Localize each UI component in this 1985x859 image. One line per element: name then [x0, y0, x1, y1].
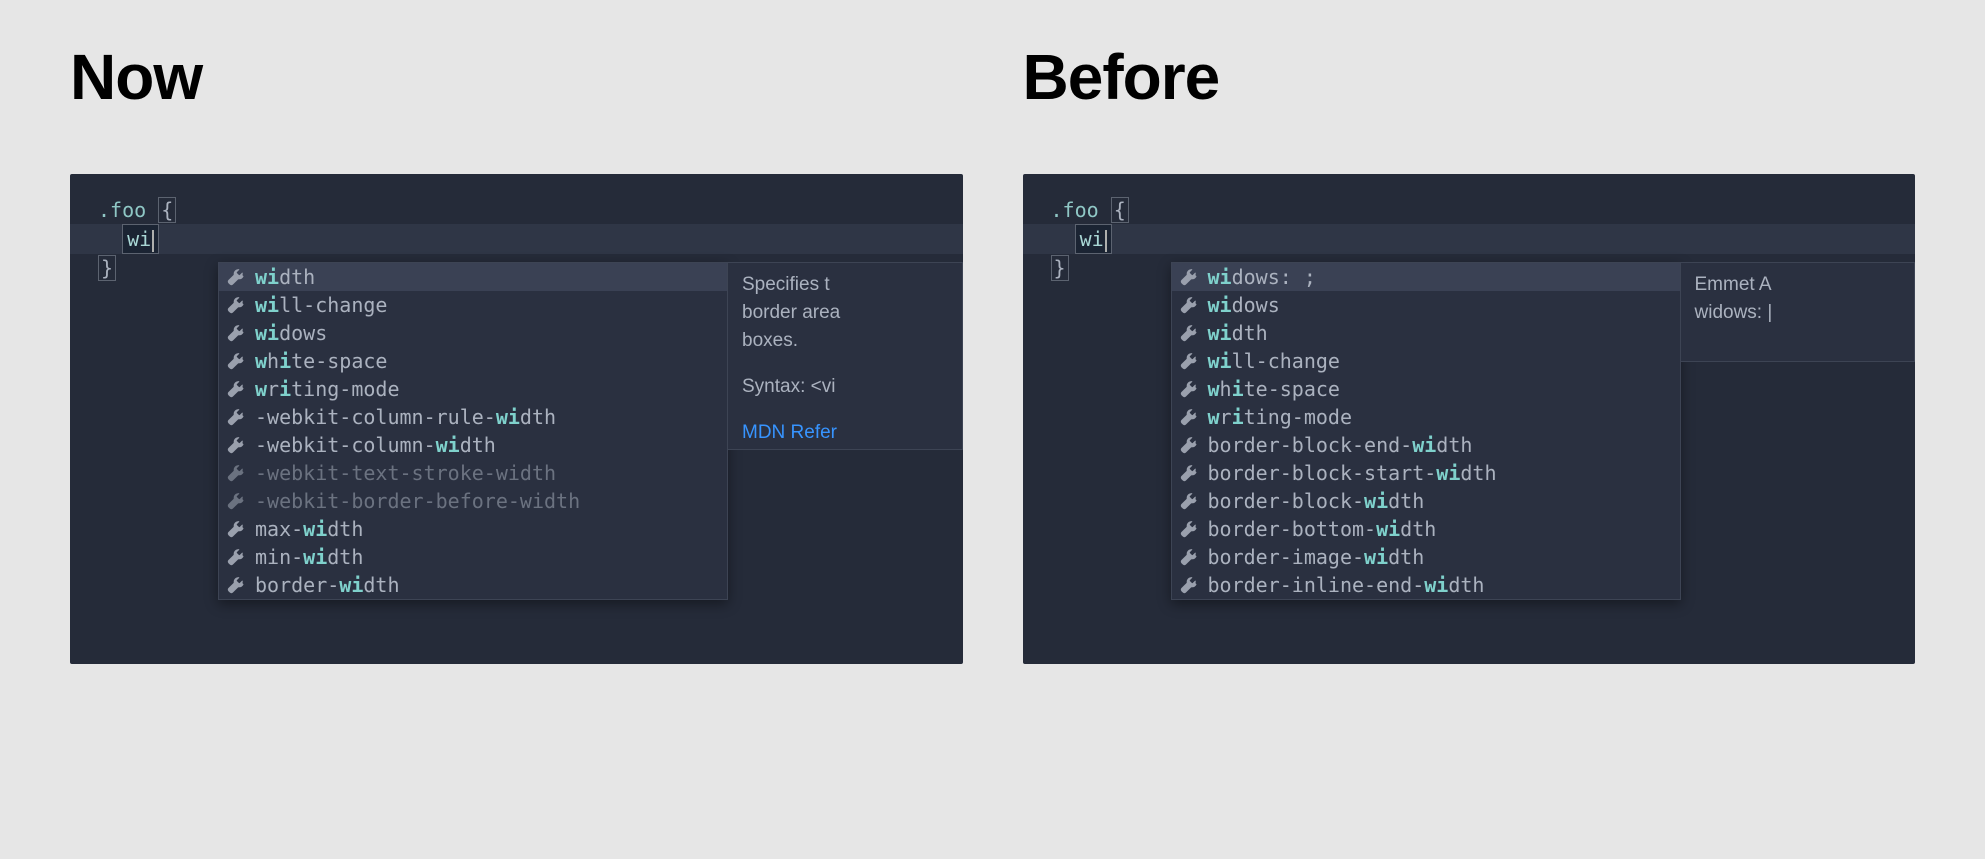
wrench-icon [227, 436, 245, 454]
doc-panel-before: Emmet A widows: | [1681, 262, 1916, 362]
heading-before: Before [1023, 40, 1916, 114]
wrench-icon [1180, 576, 1198, 594]
suggestion-item[interactable]: white-space [1172, 375, 1680, 403]
wrench-icon [227, 324, 245, 342]
suggestion-item[interactable]: width [219, 263, 727, 291]
wrench-icon [1180, 380, 1198, 398]
wrench-icon [1180, 520, 1198, 538]
suggestion-label: border-width [255, 571, 400, 599]
wrench-icon [1180, 408, 1198, 426]
mdn-reference-link[interactable]: MDN Refer [742, 419, 948, 447]
suggestion-item[interactable]: widows [1172, 291, 1680, 319]
suggestion-item[interactable]: white-space [219, 347, 727, 375]
suggestion-label: border-bottom-width [1208, 515, 1437, 543]
suggestion-label: widows [1208, 291, 1280, 319]
code-line-typed[interactable]: wi [1023, 224, 1916, 254]
suggestion-label: -webkit-text-stroke-width [255, 459, 556, 487]
suggestion-label: white-space [255, 347, 387, 375]
wrench-icon [1180, 296, 1198, 314]
now-column: Now .foo { wi } widthwill-changewidowswh… [70, 40, 963, 664]
wrench-icon [227, 576, 245, 594]
suggestion-item[interactable]: -webkit-text-stroke-width [219, 459, 727, 487]
before-column: Before .foo { wi } widows: ;widowswidthw… [1023, 40, 1916, 664]
suggestion-label: will-change [255, 291, 387, 319]
wrench-icon [227, 464, 245, 482]
suggestion-label: max-width [255, 515, 363, 543]
wrench-icon [227, 548, 245, 566]
suggestion-item[interactable]: border-block-width [1172, 487, 1680, 515]
suggestion-label: widows [255, 319, 327, 347]
suggestion-label: border-inline-end-width [1208, 571, 1485, 599]
wrench-icon [1180, 492, 1198, 510]
suggestion-label: widows: ; [1208, 263, 1316, 291]
wrench-icon [227, 380, 245, 398]
wrench-icon [227, 268, 245, 286]
suggestion-item[interactable]: max-width [219, 515, 727, 543]
suggestion-label: width [255, 263, 315, 291]
suggestion-label: -webkit-column-width [255, 431, 496, 459]
suggestion-label: border-block-start-width [1208, 459, 1497, 487]
wrench-icon [1180, 324, 1198, 342]
editor-now[interactable]: .foo { wi } widthwill-changewidowswhite-… [70, 174, 963, 664]
suggestion-label: white-space [1208, 375, 1340, 403]
wrench-icon [1180, 436, 1198, 454]
suggestion-label: border-block-end-width [1208, 431, 1473, 459]
suggestion-item[interactable]: border-bottom-width [1172, 515, 1680, 543]
suggestion-item[interactable]: border-image-width [1172, 543, 1680, 571]
code-line-selector: .foo { [1023, 196, 1916, 224]
suggestion-label: border-image-width [1208, 543, 1425, 571]
wrench-icon [1180, 464, 1198, 482]
suggestion-label: writing-mode [255, 375, 400, 403]
suggestion-item[interactable]: border-block-end-width [1172, 431, 1680, 459]
suggestion-item[interactable]: will-change [1172, 347, 1680, 375]
wrench-icon [1180, 548, 1198, 566]
suggestion-item[interactable]: border-block-start-width [1172, 459, 1680, 487]
suggestion-item[interactable]: -webkit-border-before-width [219, 487, 727, 515]
editor-before[interactable]: .foo { wi } widows: ;widowswidthwill-cha… [1023, 174, 1916, 664]
suggestion-list[interactable]: widthwill-changewidowswhite-spacewriting… [218, 262, 728, 600]
intellisense-popup-now: widthwill-changewidowswhite-spacewriting… [218, 262, 963, 600]
suggestion-label: -webkit-border-before-width [255, 487, 580, 515]
suggestion-item[interactable]: border-inline-end-width [1172, 571, 1680, 599]
suggestion-list[interactable]: widows: ;widowswidthwill-changewhite-spa… [1171, 262, 1681, 600]
wrench-icon [227, 408, 245, 426]
suggestion-item[interactable]: widows: ; [1172, 263, 1680, 291]
suggestion-label: writing-mode [1208, 403, 1353, 431]
suggestion-item[interactable]: border-width [219, 571, 727, 599]
wrench-icon [227, 520, 245, 538]
suggestion-label: border-block-width [1208, 487, 1425, 515]
wrench-icon [227, 296, 245, 314]
suggestion-item[interactable]: -webkit-column-rule-width [219, 403, 727, 431]
text-cursor [1105, 230, 1107, 252]
suggestion-item[interactable]: -webkit-column-width [219, 431, 727, 459]
suggestion-label: width [1208, 319, 1268, 347]
code-line-typed[interactable]: wi [70, 224, 963, 254]
wrench-icon [1180, 352, 1198, 370]
suggestion-item[interactable]: will-change [219, 291, 727, 319]
suggestion-item[interactable]: min-width [219, 543, 727, 571]
suggestion-label: -webkit-column-rule-width [255, 403, 556, 431]
code-line-selector: .foo { [70, 196, 963, 224]
suggestion-label: will-change [1208, 347, 1340, 375]
suggestion-item[interactable]: width [1172, 319, 1680, 347]
doc-panel-now: Specifies t border area boxes. Syntax: <… [728, 262, 963, 450]
wrench-icon [227, 352, 245, 370]
wrench-icon [1180, 268, 1198, 286]
suggestion-item[interactable]: widows [219, 319, 727, 347]
wrench-icon [227, 492, 245, 510]
suggestion-item[interactable]: writing-mode [219, 375, 727, 403]
text-cursor [152, 230, 154, 252]
suggestion-label: min-width [255, 543, 363, 571]
heading-now: Now [70, 40, 963, 114]
suggestion-item[interactable]: writing-mode [1172, 403, 1680, 431]
intellisense-popup-before: widows: ;widowswidthwill-changewhite-spa… [1171, 262, 1916, 600]
